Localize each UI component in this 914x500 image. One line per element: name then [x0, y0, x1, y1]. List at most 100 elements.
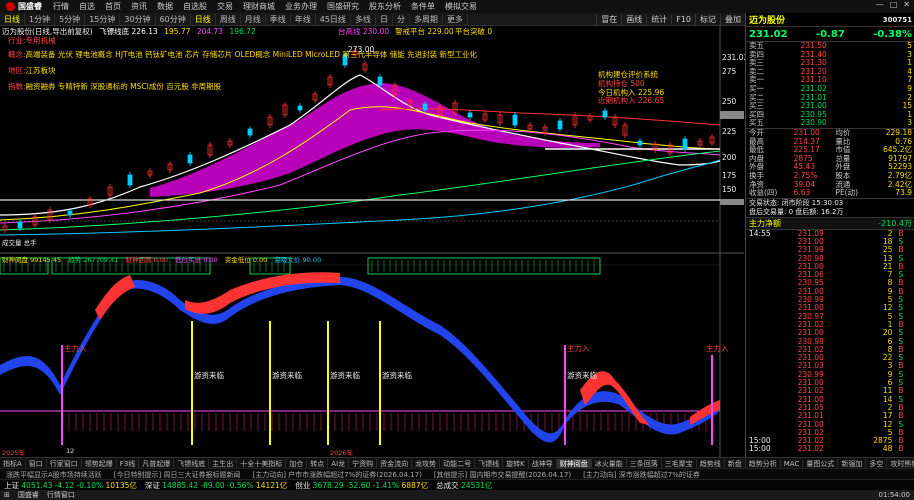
indicator-tab[interactable]: 窗口 [26, 458, 47, 469]
indicator-tab[interactable]: MAC [781, 459, 804, 468]
period-tab[interactable]: 日 [376, 13, 393, 25]
menu-item[interactable]: 自选股 [178, 1, 212, 12]
period-tab[interactable]: 60分钟 [156, 13, 191, 25]
toolbar-button[interactable]: 统计 [646, 13, 671, 25]
indicator-tab[interactable]: 行家窗口 [47, 458, 82, 469]
menu-item[interactable]: 国盛研究 [322, 1, 364, 12]
period-tab[interactable]: 45日线 [316, 13, 351, 25]
period-tab[interactable]: 月线 [241, 13, 266, 25]
indicator-tab[interactable]: 趋势分析 [746, 458, 781, 469]
menu-item[interactable]: 交易 [212, 1, 238, 12]
toolbar-button[interactable]: 标记 [695, 13, 720, 25]
tick-time: 15:00 [749, 444, 771, 454]
period-tab[interactable]: 15分钟 [85, 13, 121, 25]
indicator-tab[interactable]: 财神阅盘 [556, 458, 592, 469]
indicator-tab[interactable]: 宁资购 [349, 458, 378, 469]
close-icon[interactable]: ✕ [903, 0, 910, 9]
bid-row[interactable]: 买三 231.00 15 [746, 102, 914, 111]
stock-code: 300751 [882, 15, 912, 24]
toolbar-button[interactable]: 画线 [621, 13, 646, 25]
menu-item[interactable]: 理财商城 [238, 1, 280, 12]
menu-item[interactable]: 数据 [152, 1, 178, 12]
bid-row[interactable]: 买五 230.90 3 [746, 119, 914, 128]
menu-item[interactable]: 首页 [100, 1, 126, 12]
toolbar-button[interactable]: 冒在 [596, 13, 621, 25]
period-tab[interactable]: 年线 [291, 13, 316, 25]
axis-label: 250 [722, 97, 737, 106]
period-tab[interactable]: 1分钟 [25, 13, 56, 25]
indicator-tab[interactable]: 冰火量能 [592, 458, 627, 469]
taskbar-app[interactable]: 行情窗口 [43, 490, 79, 500]
indicator-tab[interactable]: 新强加 [838, 458, 867, 469]
indicator-tab[interactable]: 凡普起爆 [139, 458, 175, 469]
period-tab[interactable]: 更多 [443, 13, 468, 25]
ask-row[interactable]: 卖一 231.10 7 [746, 76, 914, 85]
indicator-tab[interactable]: 十全十美指标 [237, 458, 287, 469]
indicator-tab[interactable]: 三毛聚宝 [662, 458, 697, 469]
indicator-tab[interactable]: 飞镖线底 [174, 458, 210, 469]
toolbar-button[interactable]: 叠加 [720, 13, 745, 25]
news-item[interactable]: [其他提示] 国内期市交易提醒(2026.04.17) [428, 470, 577, 480]
period-tab[interactable]: 日线 [0, 13, 25, 25]
ask-row[interactable]: 卖三 231.30 1 [746, 59, 914, 68]
indicator-tab[interactable]: 三条回落 [627, 458, 662, 469]
menu-item[interactable]: 模拟交易 [440, 1, 482, 12]
indicator-tab[interactable]: 加仓 [286, 458, 308, 469]
period-tab[interactable]: 日线 [191, 13, 216, 25]
tick-time [746, 346, 795, 354]
indicator-tab[interactable]: AI龙 [328, 458, 350, 469]
taskbar-app[interactable]: 国盛睿 [14, 490, 43, 500]
bid-row[interactable]: 买四 230.95 1 [746, 110, 914, 120]
menu-item[interactable]: 业务办理 [280, 1, 322, 12]
brand-name: 国盛睿 [18, 2, 42, 11]
toolbar-button[interactable]: F10 [671, 14, 695, 24]
indicator-tab[interactable]: 多空 [866, 458, 888, 469]
high-price-mark: 273.00 [348, 45, 375, 54]
menu-item[interactable]: 行情 [48, 1, 74, 12]
start-icon[interactable]: ⊞ [0, 491, 14, 499]
ask-row[interactable]: 卖二 231.20 4 [746, 67, 914, 77]
minimize-icon[interactable]: — [876, 0, 884, 9]
indicator-tab[interactable]: 领势起爆 [82, 458, 117, 469]
ask-row[interactable]: 卖四 231.40 3 [746, 50, 914, 60]
indicator-tab[interactable]: 飞镖线 [475, 458, 504, 469]
indicator-tab[interactable]: 龙攻势 [412, 458, 441, 469]
maximize-icon[interactable]: □ [890, 0, 898, 9]
bid-row[interactable]: 买一 231.02 9 [746, 84, 914, 94]
date-label: 2025年 [2, 449, 26, 457]
taskbar: ⊞ 国盛睿 行情窗口 01:54:00 [0, 490, 914, 500]
indicator-tab[interactable]: 旋转K [503, 458, 529, 469]
chart-area[interactable]: 迈为股份(日线,导出前复权) 飞镖线底 226.13 195.77 204.73… [0, 24, 748, 457]
news-item[interactable]: [主力动向] 深市涨跌幅超过7%的证券 [577, 470, 706, 480]
period-tab[interactable]: 周线 [216, 13, 241, 25]
news-item[interactable]: [主力动向] 户市市涨跌幅超过7%的证券(2026.04.17) [246, 470, 427, 480]
indicator-tab[interactable]: 量图公式 [803, 458, 839, 469]
indicator-tab[interactable]: 转点 [307, 458, 329, 469]
menu-item[interactable]: 自选 [74, 1, 100, 12]
indicator-tab[interactable]: 趋势线 [697, 458, 725, 469]
bid-label: 买五 [749, 118, 764, 128]
ask-row[interactable]: 卖五 231.50 5 [746, 41, 914, 51]
indicator-tab[interactable]: 资金流向 [377, 458, 413, 469]
indicator-tab[interactable]: 攻时熊镜 [887, 459, 914, 469]
menu-item[interactable]: 条件单 [406, 1, 440, 12]
news-item[interactable]: 涨跌平幅显示A股市场持续活跃 [0, 470, 108, 480]
menu-item[interactable]: 资讯 [126, 1, 152, 12]
indicator-tab[interactable]: 主生出 [209, 458, 238, 469]
info-region: 地区:江苏板块 [8, 66, 56, 75]
indicator-tab[interactable]: 新盘 [725, 458, 746, 469]
indicator-tab[interactable]: 动能二号 [440, 458, 476, 469]
period-tab[interactable]: 多线 [351, 13, 376, 25]
bid-row[interactable]: 买二 231.01 2 [746, 93, 914, 103]
news-item[interactable]: [今日特别提示] 周日三大证券报标题新闻 [108, 470, 247, 480]
period-tab[interactable]: 5分钟 [55, 13, 86, 25]
period-tab[interactable]: 30分钟 [120, 13, 156, 25]
period-tab[interactable]: 季线 [266, 13, 291, 25]
period-tab[interactable]: 多周期 [410, 13, 443, 25]
indicator-tab[interactable]: 战神导 [529, 458, 557, 469]
indicator-tab[interactable]: F3线 [117, 458, 140, 469]
period-tab[interactable]: 分 [393, 13, 410, 25]
menu-item[interactable]: 股东分析 [364, 1, 406, 12]
info-index: 指数:融资融券 专精特新 深股通标的 MSCI成份 百元股 非周期股 [8, 82, 222, 91]
indicator-tab[interactable]: 指标A [0, 458, 26, 469]
